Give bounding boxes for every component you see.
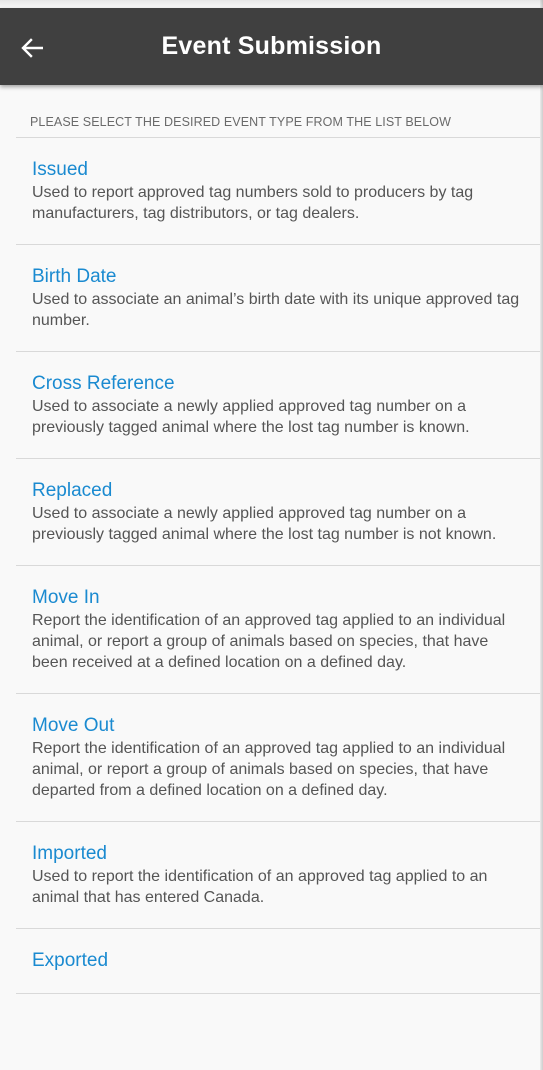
- event-item-move-in[interactable]: Move In Report the identification of an …: [16, 566, 540, 694]
- event-description: Used to associate a newly applied approv…: [32, 505, 497, 543]
- page-title: Event Submission: [161, 32, 382, 60]
- event-description: Report the identification of an approved…: [32, 612, 506, 671]
- top-shadow: [0, 0, 543, 8]
- event-title: Move In: [32, 587, 100, 608]
- event-title: Cross Reference: [32, 373, 175, 394]
- event-item-imported[interactable]: Imported Used to report the identificati…: [16, 822, 540, 929]
- event-item-issued[interactable]: Issued Used to report approved tag numbe…: [16, 138, 540, 245]
- app-bar: Event Submission: [0, 8, 543, 85]
- app-screen: Event Submission PLEASE SELECT THE DESIR…: [0, 0, 543, 1070]
- event-description: Used to associate an animal’s birth date…: [32, 291, 520, 329]
- arrow-left-icon: [21, 38, 43, 58]
- event-description: Used to associate a newly applied approv…: [32, 398, 470, 436]
- event-item-exported[interactable]: Exported: [16, 929, 540, 994]
- event-item-move-out[interactable]: Move Out Report the identification of an…: [16, 694, 540, 822]
- back-button[interactable]: [16, 32, 48, 64]
- event-item-birth-date[interactable]: Birth Date Used to associate an animal’s…: [16, 245, 540, 352]
- event-list: Issued Used to report approved tag numbe…: [0, 138, 540, 994]
- instruction-text: PLEASE SELECT THE DESIRED EVENT TYPE FRO…: [30, 115, 451, 129]
- event-item-replaced[interactable]: Replaced Used to associate a newly appli…: [16, 459, 540, 566]
- event-title: Replaced: [32, 480, 113, 501]
- event-title: Issued: [32, 159, 88, 180]
- event-title: Exported: [32, 950, 109, 971]
- event-title: Birth Date: [32, 266, 117, 287]
- event-title: Move Out: [32, 715, 115, 736]
- event-description: Report the identification of an approved…: [32, 740, 506, 799]
- event-title: Imported: [32, 843, 107, 864]
- event-description: Used to report approved tag numbers sold…: [32, 184, 474, 222]
- event-description: Used to report the identification of an …: [32, 868, 488, 906]
- event-type-list-screen[interactable]: PLEASE SELECT THE DESIRED EVENT TYPE FRO…: [0, 85, 540, 1070]
- event-item-cross-reference[interactable]: Cross Reference Used to associate a newl…: [16, 352, 540, 459]
